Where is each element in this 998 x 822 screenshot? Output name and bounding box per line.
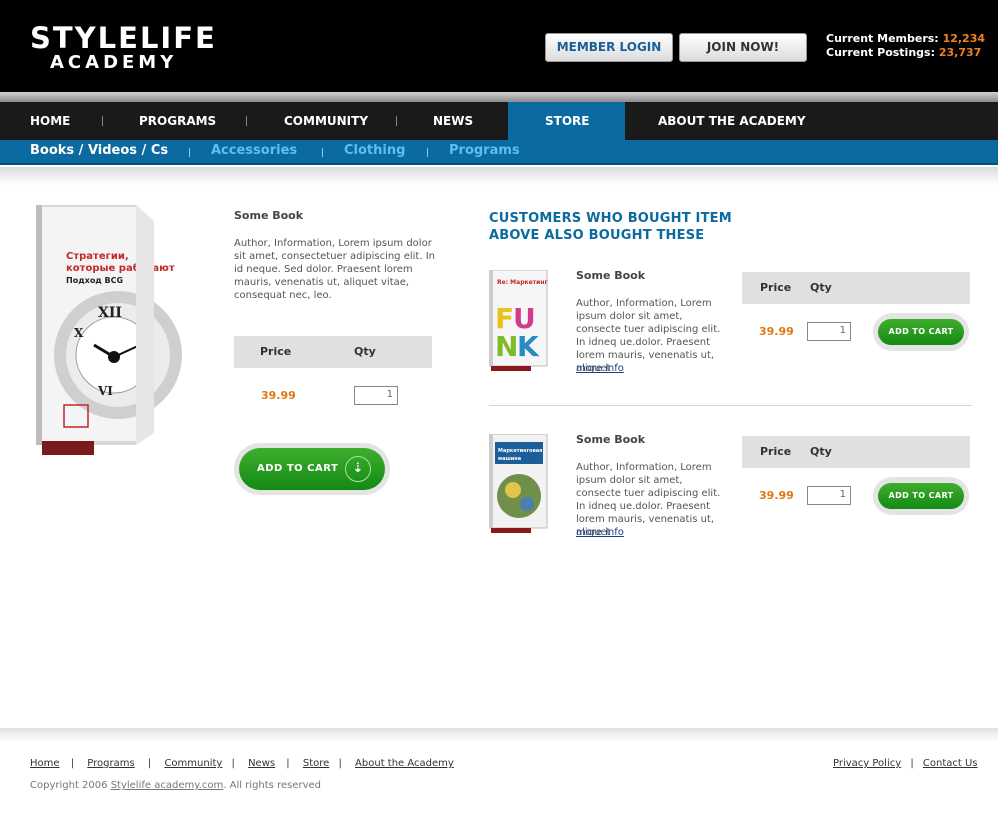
svg-text:Подход BCG: Подход BCG (66, 276, 123, 285)
footer-link-store[interactable]: Store (303, 758, 329, 769)
product-qty-input[interactable]: 1 (354, 386, 398, 405)
svg-text:Стратегии,: Стратегии, (66, 251, 129, 262)
member-login-button[interactable]: MEMBER LOGIN (545, 33, 673, 62)
footer-link-privacy[interactable]: Privacy Policy (833, 758, 901, 769)
main-nav: HOME PROGRAMS COMMUNITY NEWS (0, 102, 998, 140)
product-price: 39.99 (261, 389, 296, 402)
svg-text:N: N (495, 330, 518, 363)
members-label: Current Members: (826, 32, 939, 45)
related-item-1-cover[interactable]: Re: Маркетинг F U N K (488, 269, 551, 372)
footer-separator: | (70, 758, 75, 769)
footer-link-about[interactable]: About the Academy (355, 758, 454, 769)
related-item-2-cover[interactable]: Маркетинговая машина (488, 433, 551, 534)
svg-text:XII: XII (98, 305, 122, 321)
related-item-1-more-info[interactable]: more info (576, 363, 624, 374)
footer-separator: | (286, 758, 290, 769)
subnav-separator (322, 148, 323, 157)
related-heading-line1: CUSTOMERS WHO BOUGHT ITEM (489, 211, 732, 226)
copyright-suffix: . All rights reserved (223, 780, 322, 791)
qty-label: Qty (810, 445, 832, 458)
subnav-separator (427, 148, 428, 157)
footer-link-contact[interactable]: Contact Us (923, 758, 978, 769)
related-item-2-price: 39.99 (759, 489, 794, 502)
nav-home[interactable]: HOME (30, 102, 70, 140)
subnav-accessories[interactable]: Accessories (211, 143, 297, 158)
related-item-2-qty-input[interactable]: 1 (807, 486, 851, 505)
site-stats: Current Members: 12,234 Current Postings… (826, 32, 985, 60)
related-item-1-price-qty-header: Price Qty (742, 272, 970, 304)
price-label: Price (760, 281, 792, 294)
related-item-2-add-to-cart-button[interactable]: ADD TO CART (873, 477, 969, 515)
cart-icon: ⇣ (345, 456, 371, 482)
footer-right-nav: Privacy Policy | Contact Us (833, 758, 978, 769)
footer-separator: | (231, 758, 235, 769)
nav-store[interactable]: STORE (545, 102, 589, 140)
subnav-separator (189, 148, 190, 157)
svg-text:Маркетинговая: Маркетинговая (498, 448, 542, 454)
footer-shadow (0, 728, 998, 742)
header-divider (0, 92, 998, 102)
related-item-1-add-to-cart-label: ADD TO CART (878, 319, 964, 345)
svg-text:Re: Маркетинг: Re: Маркетинг (497, 279, 548, 286)
product-title: Some Book (234, 209, 304, 222)
related-item-2-price-qty-header: Price Qty (742, 436, 970, 468)
nav-separator (102, 116, 103, 126)
related-heading-line2: ABOVE ALSO BOUGHT THESE (489, 228, 705, 243)
footer-separator: | (338, 758, 342, 769)
related-item-1-qty-input[interactable]: 1 (807, 322, 851, 341)
footer-link-news[interactable]: News (248, 758, 275, 769)
related-item-2-more-info[interactable]: more info (576, 527, 624, 538)
nav-community[interactable]: COMMUNITY (284, 102, 368, 140)
postings-count: 23,737 (938, 46, 982, 59)
footer-link-community[interactable]: Community (164, 758, 222, 769)
postings-label: Current Postings: (826, 46, 935, 59)
related-item-2-title: Some Book (576, 433, 646, 446)
copyright-site-link[interactable]: Stylelife academy.com (111, 780, 224, 791)
footer-nav: Home | Programs | Community | News | Sto… (30, 758, 454, 769)
nav-programs[interactable]: PROGRAMS (139, 102, 216, 140)
footer-separator: | (147, 758, 152, 769)
logo-line1: STYLELIFE (30, 21, 217, 55)
svg-text:машина: машина (498, 456, 521, 462)
qty-label: Qty (810, 281, 832, 294)
nav-about[interactable]: ABOUT THE ACADEMY (658, 102, 806, 140)
members-count: 12,234 (942, 32, 986, 45)
sub-nav: Books / Videos / Cs Accessories Clothing… (0, 140, 998, 165)
related-heading: CUSTOMERS WHO BOUGHT ITEM ABOVE ALSO BOU… (489, 210, 732, 244)
add-to-cart-label: ADD TO CART (257, 463, 339, 474)
footer-separator: | (910, 758, 914, 769)
price-label: Price (260, 345, 292, 358)
footer-link-home[interactable]: Home (30, 758, 60, 769)
join-now-button[interactable]: JOIN NOW! (679, 33, 807, 62)
nav-news[interactable]: NEWS (433, 102, 473, 140)
svg-text:которые работают: которые работают (66, 262, 175, 274)
related-item-1-title: Some Book (576, 269, 646, 282)
subnav-books[interactable]: Books / Videos / Cs (30, 143, 168, 158)
qty-label: Qty (354, 345, 376, 358)
nav-separator (246, 116, 247, 126)
related-item-2-add-to-cart-label: ADD TO CART (878, 483, 964, 509)
footer-link-programs[interactable]: Programs (87, 758, 134, 769)
svg-text:X: X (74, 326, 84, 340)
add-to-cart-button[interactable]: ADD TO CART ⇣ (234, 443, 390, 495)
site-header: STYLELIFE ACADEMY MEMBER LOGIN JOIN NOW!… (0, 0, 998, 92)
copyright: Copyright 2006 Stylelife academy.com. Al… (30, 780, 321, 791)
product-cover-image[interactable]: XII X VI Стратегии, которые работают Под… (36, 205, 186, 455)
subnav-programs[interactable]: Programs (449, 143, 520, 158)
site-logo[interactable]: STYLELIFE ACADEMY (30, 24, 217, 72)
related-item-1-price: 39.99 (759, 325, 794, 338)
content-top-shadow (0, 167, 998, 185)
product-price-qty-header: Price Qty (234, 336, 432, 368)
price-label: Price (760, 445, 792, 458)
svg-text:K: K (517, 330, 540, 363)
related-divider (489, 405, 972, 406)
copyright-prefix: Copyright 2006 (30, 780, 108, 791)
subnav-clothing[interactable]: Clothing (344, 143, 405, 158)
nav-separator (396, 116, 397, 126)
related-item-1-add-to-cart-button[interactable]: ADD TO CART (873, 313, 969, 351)
svg-text:VI: VI (97, 384, 113, 398)
add-to-cart-face: ADD TO CART ⇣ (239, 448, 385, 490)
product-description: Author, Information, Lorem ipsum dolor s… (234, 238, 435, 301)
logo-line2: ACADEMY (50, 52, 178, 73)
